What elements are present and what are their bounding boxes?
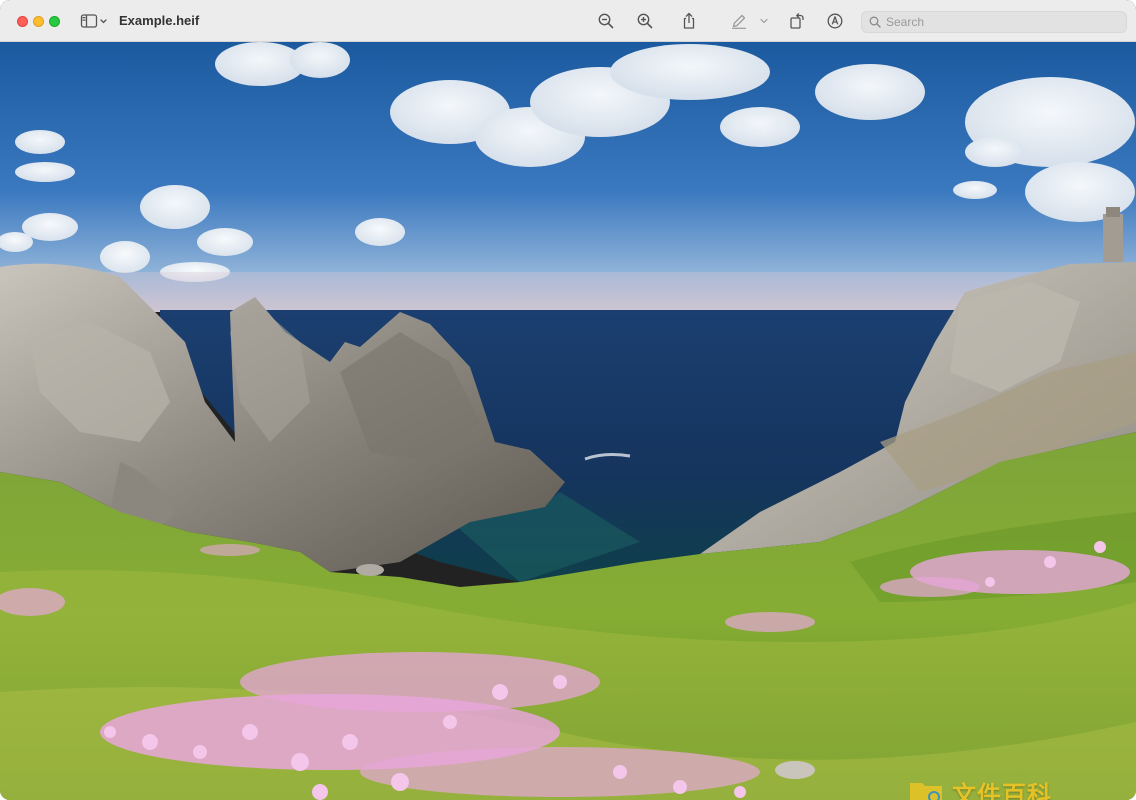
maximize-button[interactable] [49,16,60,27]
chevron-down-icon [100,19,107,24]
minimize-button[interactable] [33,16,44,27]
zoom-in-icon [637,13,653,29]
rotate-button[interactable] [787,11,807,31]
markup-button[interactable] [729,11,749,31]
pencil-icon [732,14,746,29]
toolbar: Example.heif [0,0,1136,42]
sidebar-toggle-button[interactable] [80,13,110,29]
document-title: Example.heif [119,13,200,28]
search-field[interactable] [861,11,1127,33]
landscape-photo [0,42,1136,800]
chevron-down-icon [760,18,768,24]
search-input[interactable] [886,14,1116,30]
zoom-out-icon [598,13,614,29]
preview-window: Example.heif Search 文件百科 [0,0,1136,800]
close-button[interactable] [17,16,28,27]
watermark: 文件百科 [908,772,1088,800]
image-canvas: 文件百科 [0,42,1136,800]
zoom-out-button[interactable] [596,11,616,31]
markup-menu-button[interactable] [758,11,770,31]
share-button[interactable] [679,11,699,31]
zoom-in-button[interactable] [635,11,655,31]
folder-logo-icon [910,783,942,800]
search-icon [869,16,881,28]
sidebar-icon [80,14,107,28]
pen-circle-icon [827,13,843,29]
watermark-text: 文件百科 [952,780,1052,800]
annotate-button[interactable] [825,11,845,31]
share-icon [683,12,695,29]
rotate-icon [790,13,804,29]
